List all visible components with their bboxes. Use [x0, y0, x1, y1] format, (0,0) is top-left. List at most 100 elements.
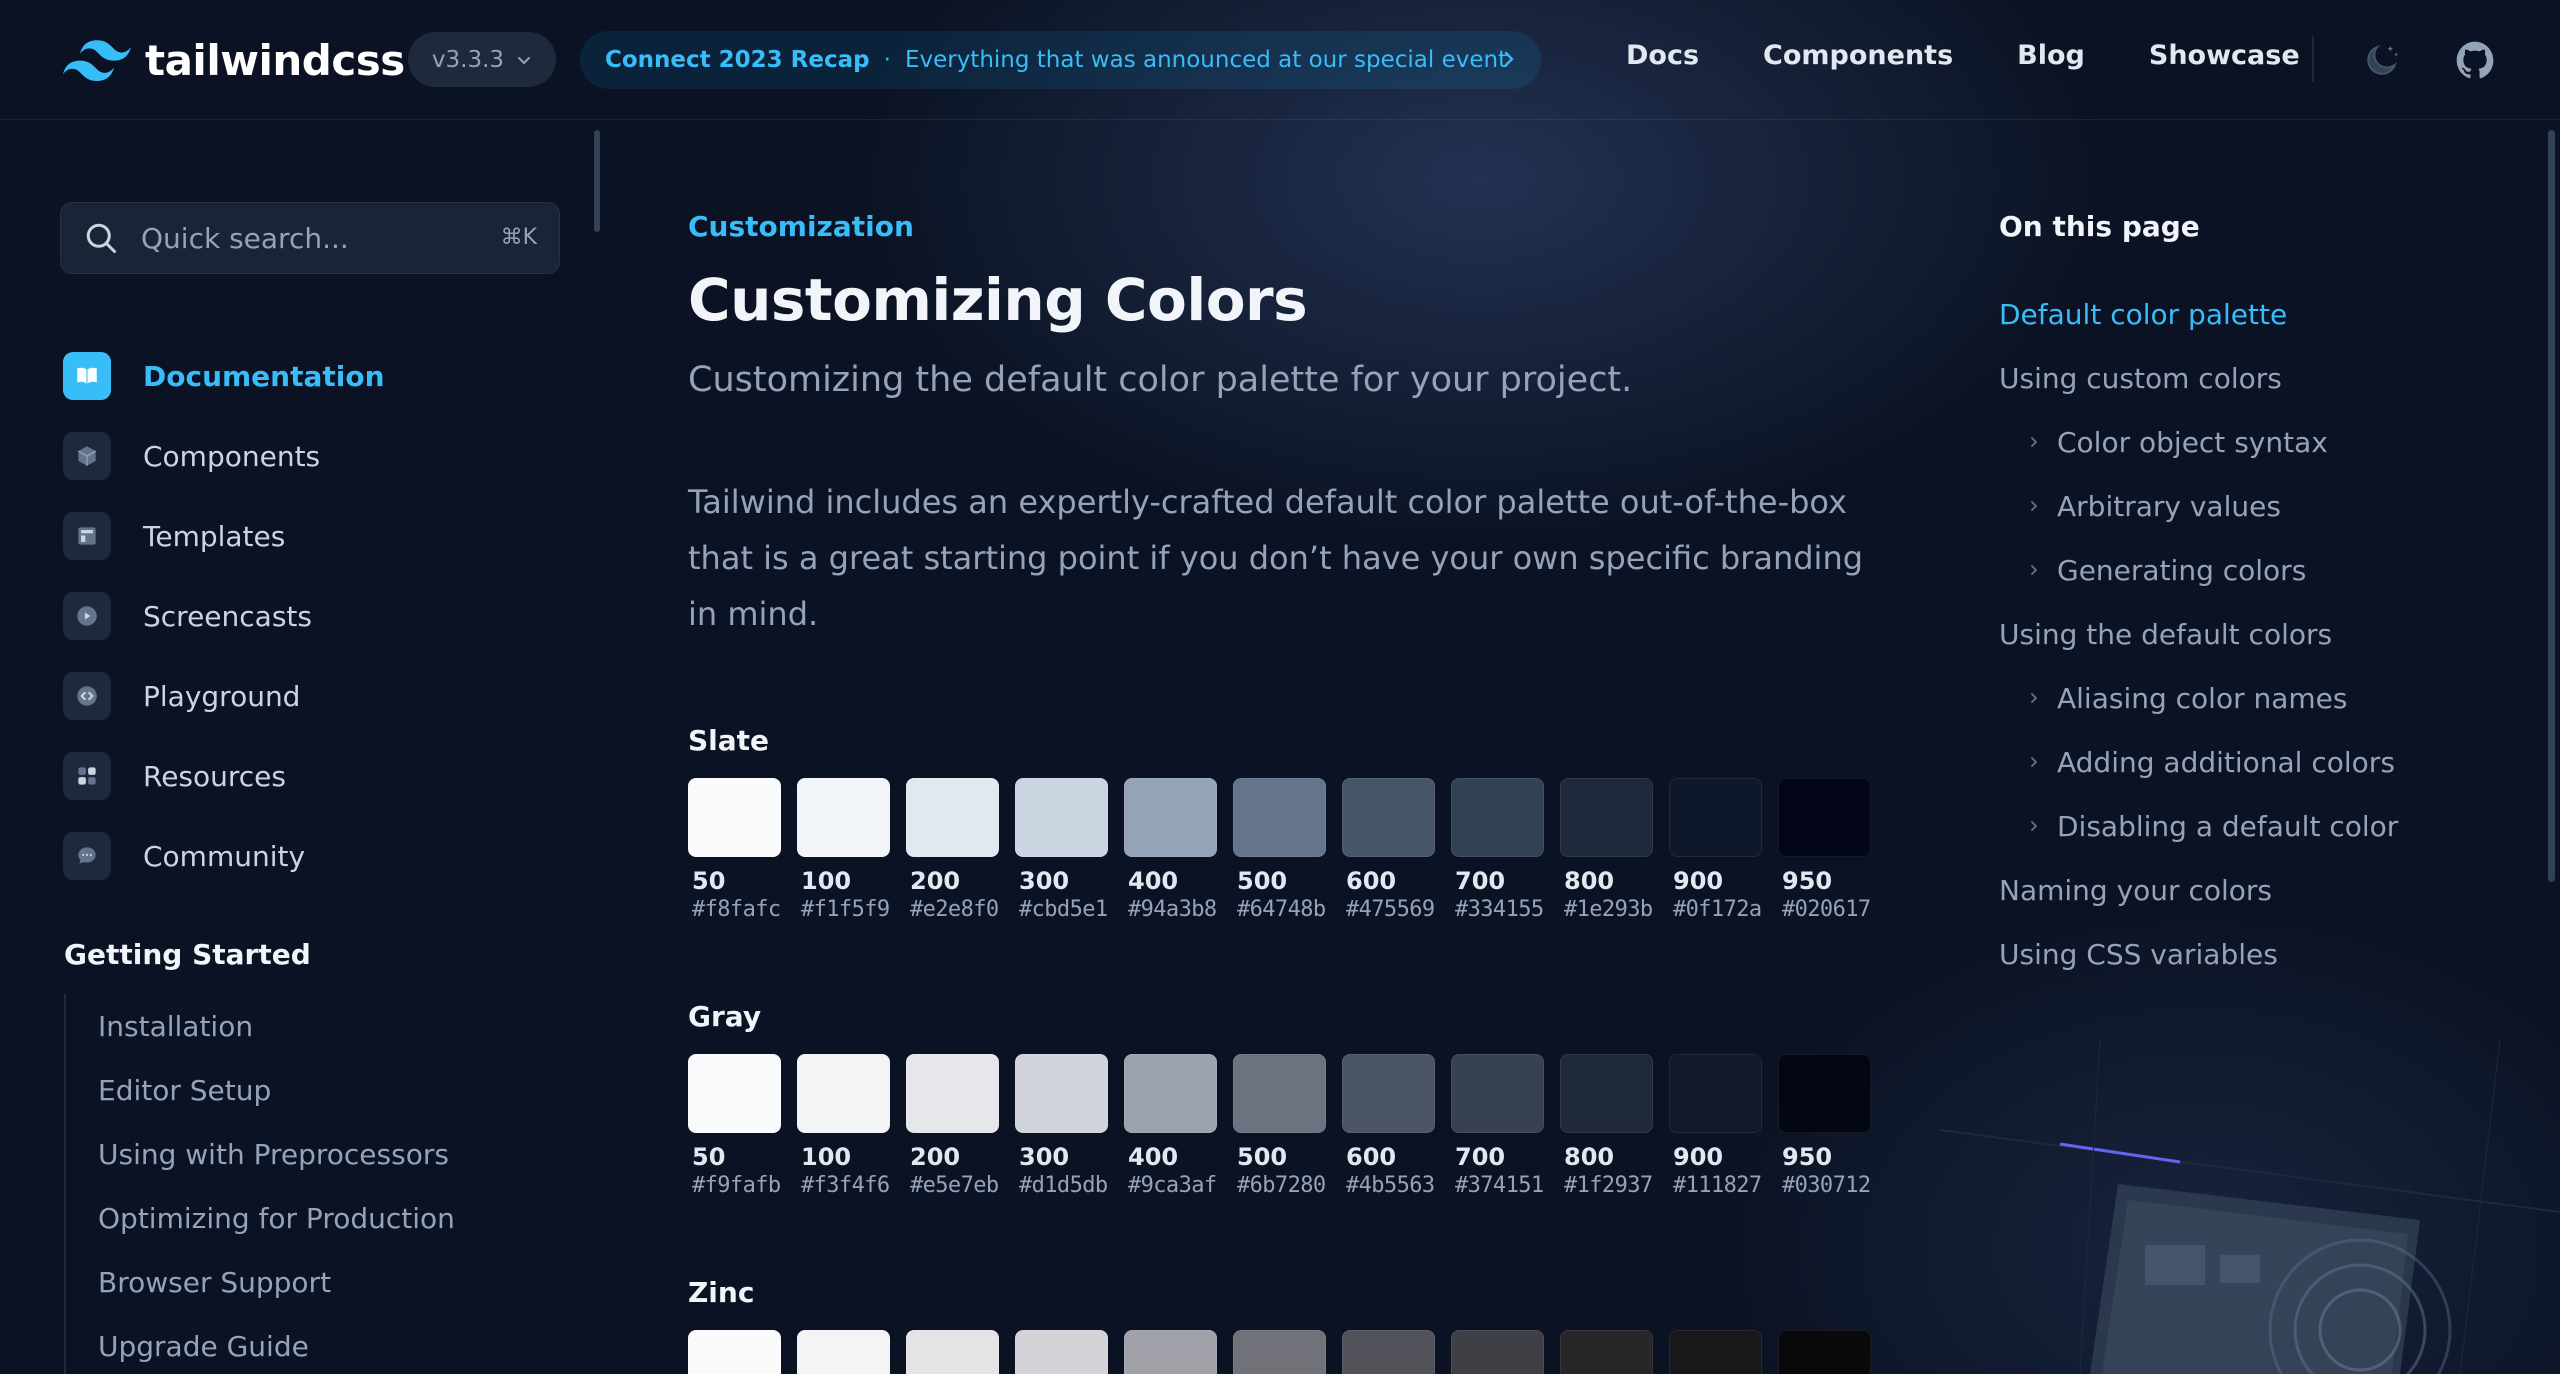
- color-chip[interactable]: [1560, 1330, 1653, 1374]
- color-chip[interactable]: [1451, 1054, 1544, 1133]
- color-chip[interactable]: [688, 1054, 781, 1133]
- toc-subitem[interactable]: Color object syntax: [1999, 410, 2499, 474]
- color-swatch[interactable]: 800 #1f2937: [1560, 1054, 1653, 1198]
- color-chip[interactable]: [1233, 1054, 1326, 1133]
- brand-logo[interactable]: tailwindcss: [63, 36, 405, 85]
- color-chip[interactable]: [1669, 778, 1762, 857]
- theme-toggle-moon-icon[interactable]: [2362, 40, 2402, 80]
- color-chip[interactable]: [1669, 1330, 1762, 1374]
- sidebar-link-editor-setup[interactable]: Editor Setup: [98, 1058, 455, 1122]
- sidebar-item-components[interactable]: Components: [63, 416, 385, 496]
- color-chip[interactable]: [797, 1054, 890, 1133]
- color-swatch[interactable]: [1342, 1330, 1435, 1374]
- nav-docs-link[interactable]: Docs: [1626, 40, 1699, 71]
- color-swatch[interactable]: [1560, 1330, 1653, 1374]
- toc-item[interactable]: Default color palette: [1999, 282, 2499, 346]
- toc-subitem[interactable]: Adding additional colors: [1999, 730, 2499, 794]
- color-swatch[interactable]: [1778, 1330, 1871, 1374]
- color-swatch[interactable]: 600 #475569: [1342, 778, 1435, 922]
- color-chip[interactable]: [1342, 778, 1435, 857]
- color-chip[interactable]: [906, 1330, 999, 1374]
- color-chip[interactable]: [1124, 1330, 1217, 1374]
- sidebar-item-playground[interactable]: Playground: [63, 656, 385, 736]
- toc-item[interactable]: Using the default colors: [1999, 602, 2499, 666]
- color-chip[interactable]: [1342, 1330, 1435, 1374]
- color-swatch[interactable]: 200 #e5e7eb: [906, 1054, 999, 1198]
- color-chip[interactable]: [906, 1054, 999, 1133]
- color-swatch[interactable]: [1669, 1330, 1762, 1374]
- color-swatch[interactable]: 300 #cbd5e1: [1015, 778, 1108, 922]
- sidebar-item-resources[interactable]: Resources: [63, 736, 385, 816]
- page-scrollbar[interactable]: [2548, 130, 2555, 882]
- color-swatch[interactable]: [797, 1330, 890, 1374]
- toc-subitem[interactable]: Aliasing color names: [1999, 666, 2499, 730]
- color-swatch[interactable]: 100 #f3f4f6: [797, 1054, 890, 1198]
- sidebar-link-upgrade-guide[interactable]: Upgrade Guide: [98, 1314, 455, 1374]
- color-swatch[interactable]: 900 #111827: [1669, 1054, 1762, 1198]
- color-swatch[interactable]: 400 #9ca3af: [1124, 1054, 1217, 1198]
- toc-subitem[interactable]: Generating colors: [1999, 538, 2499, 602]
- announcement-banner[interactable]: Connect 2023 Recap · Everything that was…: [580, 31, 1541, 89]
- color-swatch[interactable]: 700 #374151: [1451, 1054, 1544, 1198]
- toc-subitem[interactable]: Disabling a default color: [1999, 794, 2499, 858]
- color-chip[interactable]: [797, 1330, 890, 1374]
- color-swatch[interactable]: 400 #94a3b8: [1124, 778, 1217, 922]
- color-chip[interactable]: [1669, 1054, 1762, 1133]
- sidebar-scrollbar[interactable]: [594, 130, 600, 232]
- nav-components-link[interactable]: Components: [1763, 40, 1953, 71]
- sidebar-item-community[interactable]: Community: [63, 816, 385, 896]
- color-swatch[interactable]: 200 #e2e8f0: [906, 778, 999, 922]
- color-chip[interactable]: [1124, 778, 1217, 857]
- color-chip[interactable]: [1124, 1054, 1217, 1133]
- color-swatch[interactable]: 800 #1e293b: [1560, 778, 1653, 922]
- color-swatch[interactable]: 50 #f9fafb: [688, 1054, 781, 1198]
- color-swatch[interactable]: [688, 1330, 781, 1374]
- color-swatch[interactable]: [1015, 1330, 1108, 1374]
- sidebar-item-screencasts[interactable]: Screencasts: [63, 576, 385, 656]
- color-chip[interactable]: [1233, 1330, 1326, 1374]
- color-chip[interactable]: [1451, 1330, 1544, 1374]
- color-swatch[interactable]: [1451, 1330, 1544, 1374]
- color-chip[interactable]: [1778, 1330, 1871, 1374]
- color-swatch[interactable]: [906, 1330, 999, 1374]
- color-chip[interactable]: [1342, 1054, 1435, 1133]
- sidebar-link-installation[interactable]: Installation: [98, 994, 455, 1058]
- color-chip[interactable]: [1015, 1330, 1108, 1374]
- sidebar-item-templates[interactable]: Templates: [63, 496, 385, 576]
- color-swatch[interactable]: 300 #d1d5db: [1015, 1054, 1108, 1198]
- toc-item[interactable]: Using custom colors: [1999, 346, 2499, 410]
- color-swatch[interactable]: 500 #64748b: [1233, 778, 1326, 922]
- quick-search-button[interactable]: Quick search... ⌘K: [60, 202, 560, 274]
- color-chip[interactable]: [1015, 1054, 1108, 1133]
- color-chip[interactable]: [1560, 1054, 1653, 1133]
- nav-blog-link[interactable]: Blog: [2017, 40, 2085, 71]
- toc-item[interactable]: Using CSS variables: [1999, 922, 2499, 986]
- color-chip[interactable]: [906, 778, 999, 857]
- color-chip[interactable]: [1015, 778, 1108, 857]
- nav-showcase-link[interactable]: Showcase: [2149, 40, 2300, 71]
- color-swatch[interactable]: 950 #020617: [1778, 778, 1871, 922]
- sidebar-link-preprocessors[interactable]: Using with Preprocessors: [98, 1122, 455, 1186]
- version-dropdown[interactable]: v3.3.3: [408, 32, 556, 87]
- sidebar-item-documentation[interactable]: Documentation: [63, 336, 385, 416]
- color-chip[interactable]: [1778, 778, 1871, 857]
- color-swatch[interactable]: 900 #0f172a: [1669, 778, 1762, 922]
- sidebar-link-optimizing[interactable]: Optimizing for Production: [98, 1186, 455, 1250]
- color-chip[interactable]: [1560, 778, 1653, 857]
- toc-item[interactable]: Naming your colors: [1999, 858, 2499, 922]
- color-swatch[interactable]: [1233, 1330, 1326, 1374]
- color-swatch[interactable]: [1124, 1330, 1217, 1374]
- color-chip[interactable]: [688, 1330, 781, 1374]
- github-icon[interactable]: [2453, 38, 2497, 82]
- color-chip[interactable]: [1451, 778, 1544, 857]
- color-chip[interactable]: [1233, 778, 1326, 857]
- toc-subitem[interactable]: Arbitrary values: [1999, 474, 2499, 538]
- color-swatch[interactable]: 600 #4b5563: [1342, 1054, 1435, 1198]
- color-swatch[interactable]: 700 #334155: [1451, 778, 1544, 922]
- color-swatch[interactable]: 950 #030712: [1778, 1054, 1871, 1198]
- color-swatch[interactable]: 50 #f8fafc: [688, 778, 781, 922]
- color-swatch[interactable]: 500 #6b7280: [1233, 1054, 1326, 1198]
- sidebar-link-browser-support[interactable]: Browser Support: [98, 1250, 455, 1314]
- color-chip[interactable]: [688, 778, 781, 857]
- color-swatch[interactable]: 100 #f1f5f9: [797, 778, 890, 922]
